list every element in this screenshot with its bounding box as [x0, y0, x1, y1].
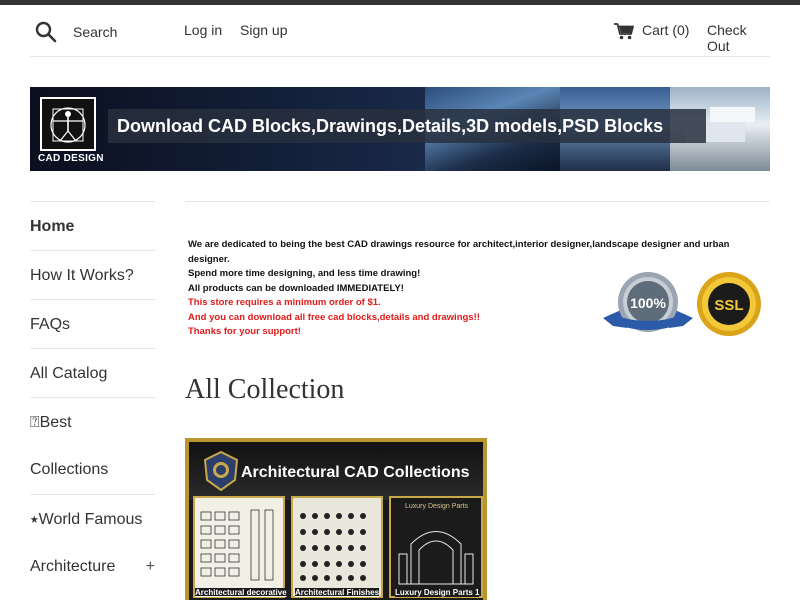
caption-decorative-link[interactable]: Architectural decorative: [195, 588, 287, 597]
signup-link[interactable]: Sign up: [240, 22, 287, 38]
badge-ssl-text: SSL: [714, 297, 743, 314]
sidebar-item-world-famous[interactable]: ⭑World Famous: [30, 494, 155, 543]
ssl-seal-icon: SSL: [697, 272, 761, 336]
cart-icon[interactable]: [614, 22, 634, 40]
sidebar-item-best-collections[interactable]: ⍰Best: [30, 397, 155, 446]
panel-luxury-design[interactable]: Luxury Design Parts: [389, 496, 483, 598]
login-link[interactable]: Log in: [184, 22, 222, 38]
caption-finishes-link[interactable]: Architectural Finishes: [295, 588, 379, 597]
banner-headline: Download CAD Blocks,Drawings,Details,3D …: [117, 116, 664, 136]
intro-line: We are dedicated to being the best CAD d…: [188, 239, 730, 265]
sidebar-item-home[interactable]: Home: [30, 201, 155, 250]
hero-banner[interactable]: CAD DESIGN Download CAD Blocks,Drawings,…: [30, 87, 770, 171]
card-title: Architectural CAD Collections: [241, 464, 470, 481]
sidebar-item-how-it-works[interactable]: How It Works?: [30, 250, 155, 299]
sidebar-nav: Home How It Works? FAQs All Catalog ⍰Bes…: [30, 201, 155, 591]
satisfaction-guaranteed-badge-icon: 100%: [603, 272, 693, 332]
site-header: Log in Sign up Cart (0) Check Out: [30, 5, 770, 57]
page-title: All Collection: [185, 374, 345, 405]
caption-decorative[interactable]: Architectural decorative: [195, 588, 287, 597]
sidebar-item-world-famous-line2[interactable]: Architecture +: [30, 543, 155, 591]
search-icon[interactable]: [35, 21, 57, 43]
caption-luxury[interactable]: Luxury Design Parts 1: [395, 588, 480, 597]
vitruvian-logo-icon: [40, 97, 96, 151]
cart-link[interactable]: Cart (0): [642, 22, 689, 38]
sidebar-item-world-famous-sub-label: Architecture: [30, 558, 116, 575]
panel-decorative[interactable]: [193, 496, 285, 598]
expand-plus-icon[interactable]: +: [146, 543, 155, 591]
sidebar-item-all-catalog[interactable]: All Catalog: [30, 348, 155, 397]
badge-100-text: 100%: [630, 295, 666, 311]
checkout-link[interactable]: Check Out: [707, 22, 770, 54]
crest-emblem-icon: [203, 450, 239, 492]
collection-card[interactable]: Architectural CAD Collections Luxury Des…: [185, 438, 487, 600]
sidebar-item-faqs[interactable]: FAQs: [30, 299, 155, 348]
sidebar-item-best-collections-line2[interactable]: Collections: [30, 446, 155, 494]
search-input[interactable]: [73, 21, 193, 43]
main-content: We are dedicated to being the best CAD d…: [185, 201, 770, 600]
caption-finishes[interactable]: Architectural Finishes: [295, 588, 380, 597]
panel-luxury-head: Luxury Design Parts: [405, 503, 469, 510]
banner-logo-text: CAD DESIGN: [38, 153, 104, 164]
panel-finishes[interactable]: [291, 496, 383, 598]
